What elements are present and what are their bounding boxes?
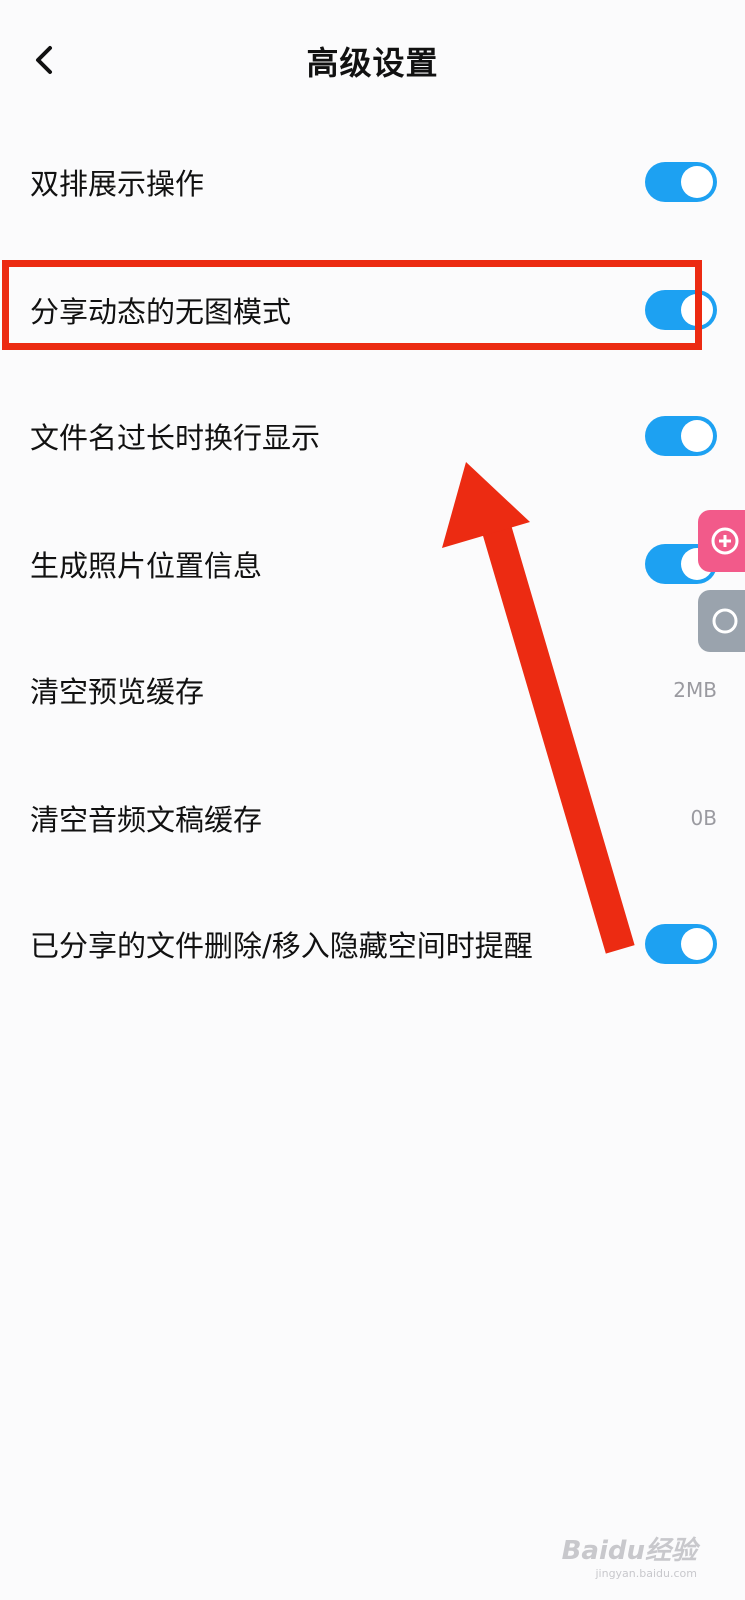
setting-row-photo-location[interactable]: 生成照片位置信息: [0, 500, 745, 628]
toggle-knob: [681, 166, 713, 198]
watermark-url: jingyan.baidu.com: [595, 1567, 697, 1580]
setting-label: 清空音频文稿缓存: [30, 803, 263, 837]
toggle-knob: [681, 420, 713, 452]
toggle-knob: [681, 928, 713, 960]
header-bar: 高级设置: [0, 0, 745, 125]
setting-label: 生成照片位置信息: [30, 549, 263, 583]
setting-row-delete-reminder[interactable]: 已分享的文件删除/移入隐藏空间时提醒: [0, 880, 745, 1008]
watermark-logo: Baidu经验: [561, 1536, 697, 1566]
toggle-switch[interactable]: [645, 924, 717, 964]
setting-label: 清空预览缓存: [30, 675, 205, 709]
plus-circle-icon: [711, 527, 739, 555]
page-title: 高级设置: [306, 44, 439, 82]
floating-add-button[interactable]: [698, 510, 745, 572]
setting-row-clear-preview-cache[interactable]: 清空预览缓存 2MB: [0, 626, 745, 754]
cache-size: 2MB: [673, 678, 717, 702]
setting-row-wrap-long-filename[interactable]: 文件名过长时换行显示: [0, 372, 745, 500]
setting-row-double-row-actions[interactable]: 双排展示操作: [0, 118, 745, 246]
toggle-switch[interactable]: [645, 416, 717, 456]
setting-label: 双排展示操作: [30, 167, 205, 201]
setting-row-clear-audio-cache[interactable]: 清空音频文稿缓存 0B: [0, 754, 745, 882]
setting-label: 文件名过长时换行显示: [30, 421, 321, 455]
watermark: Baidu经验 jingyan.baidu.com: [562, 1530, 697, 1580]
setting-label: 已分享的文件删除/移入隐藏空间时提醒: [30, 929, 533, 963]
cache-size: 0B: [690, 806, 717, 830]
circle-icon: [712, 608, 738, 634]
highlight-annotation-box: [2, 260, 702, 350]
toggle-switch[interactable]: [645, 162, 717, 202]
floating-tool-button[interactable]: [698, 590, 745, 652]
